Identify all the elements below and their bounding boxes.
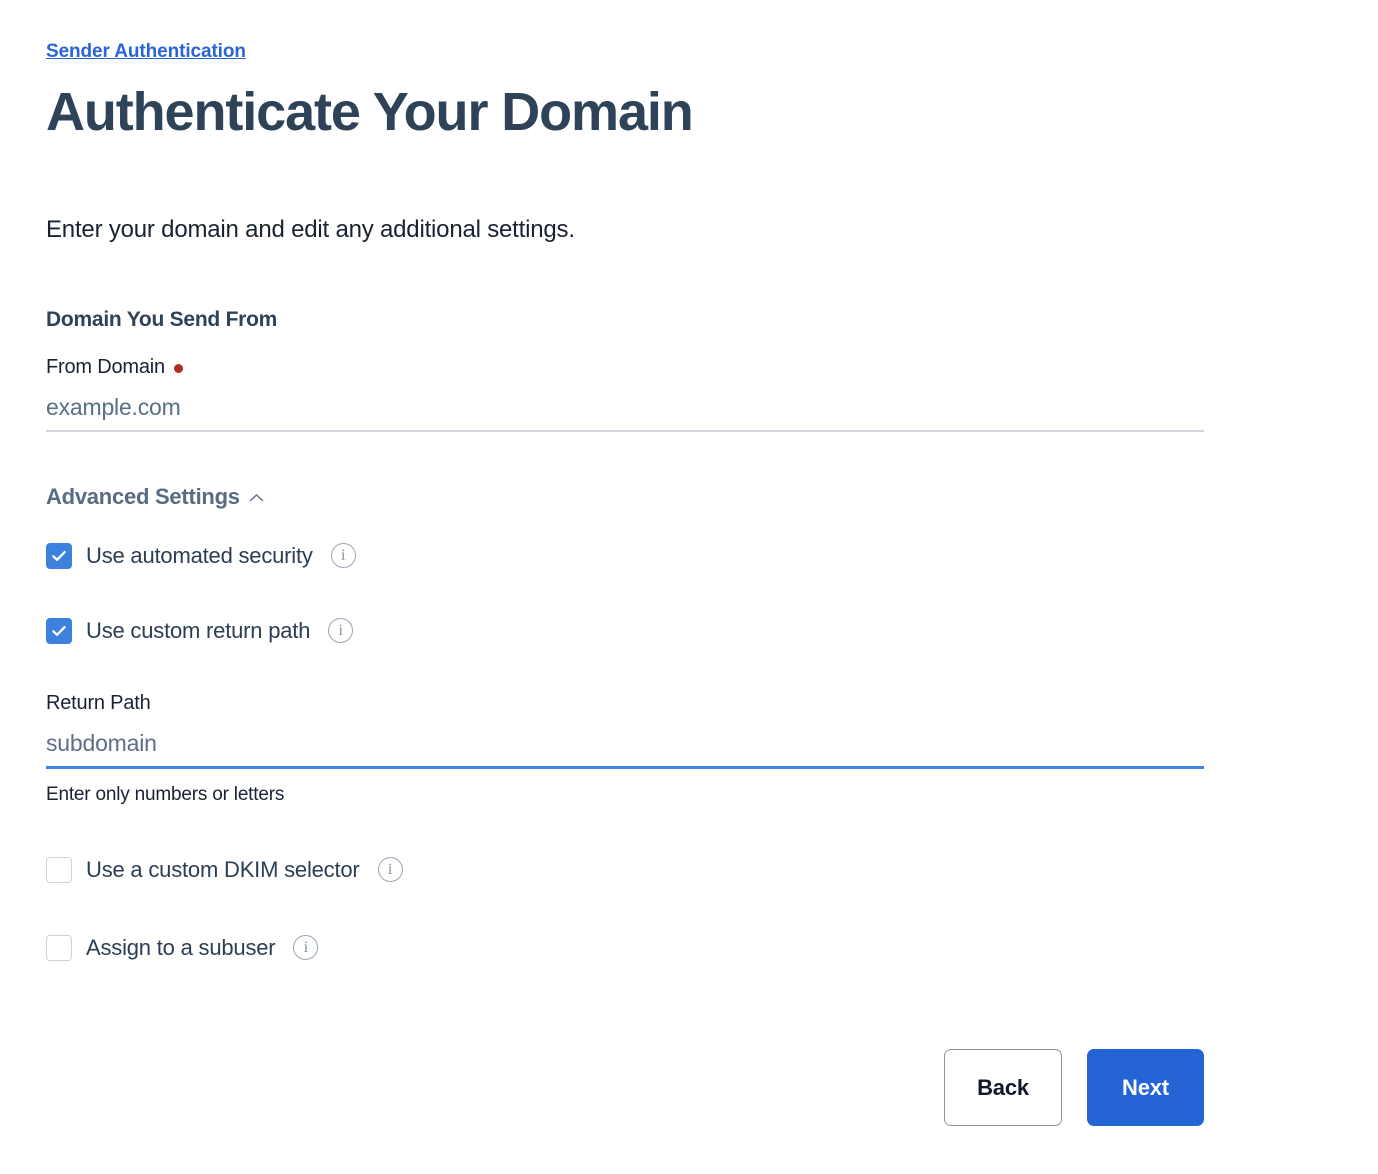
breadcrumb-sender-authentication[interactable]: Sender Authentication — [46, 40, 246, 64]
chevron-up-icon — [249, 491, 264, 506]
return-path-label: Return Path — [46, 692, 151, 714]
return-path-label-row: Return Path — [46, 691, 1204, 716]
from-domain-field: From Domain — [46, 355, 1204, 432]
checkbox-label-automated-security[interactable]: Use automated security — [86, 542, 313, 569]
checkbox-assign-subuser[interactable] — [46, 934, 72, 961]
checkbox-row-custom-dkim-selector[interactable]: Use a custom DKIM selector i — [46, 856, 1204, 883]
required-indicator-dot — [173, 364, 183, 373]
checkbox-row-custom-return-path[interactable]: Use custom return path i — [46, 617, 1204, 644]
page-intro-text: Enter your domain and edit any additiona… — [46, 216, 575, 243]
authenticate-domain-page: Sender Authentication Authenticate Your … — [0, 0, 1378, 1174]
info-icon-automated-security[interactable]: i — [330, 543, 356, 568]
checkbox-label-custom-dkim-selector[interactable]: Use a custom DKIM selector — [86, 856, 360, 883]
checkbox-automated-security[interactable] — [46, 542, 72, 569]
section-heading-domain-you-send-from: Domain You Send From — [46, 308, 278, 331]
page-title: Authenticate Your Domain — [46, 82, 694, 142]
info-icon-assign-subuser[interactable]: i — [293, 935, 319, 960]
back-button[interactable]: Back — [944, 1049, 1062, 1126]
checkbox-label-assign-subuser[interactable]: Assign to a subuser — [86, 934, 276, 961]
checkbox-row-automated-security[interactable]: Use automated security i — [46, 542, 1204, 569]
info-icon-custom-return-path[interactable]: i — [328, 618, 354, 643]
from-domain-label-row: From Domain — [46, 355, 1204, 380]
from-domain-input[interactable] — [46, 387, 1204, 432]
from-domain-label: From Domain — [46, 356, 165, 378]
return-path-field: Return Path Enter only numbers or letter… — [46, 691, 1204, 807]
footer-actions: Back Next — [944, 1049, 1204, 1126]
checkbox-label-custom-return-path[interactable]: Use custom return path — [86, 617, 310, 644]
advanced-settings-label: Advanced Settings — [46, 484, 240, 509]
next-button[interactable]: Next — [1087, 1049, 1204, 1126]
info-icon-custom-dkim-selector[interactable]: i — [377, 857, 403, 882]
checkbox-row-assign-subuser[interactable]: Assign to a subuser i — [46, 934, 1204, 961]
advanced-settings-toggle[interactable]: Advanced Settings — [46, 483, 264, 510]
page-content: Sender Authentication Authenticate Your … — [46, 0, 1204, 961]
return-path-input[interactable] — [46, 723, 1204, 769]
return-path-helper-text: Enter only numbers or letters — [46, 784, 285, 805]
checkbox-custom-dkim-selector[interactable] — [46, 856, 72, 883]
checkbox-custom-return-path[interactable] — [46, 617, 72, 644]
